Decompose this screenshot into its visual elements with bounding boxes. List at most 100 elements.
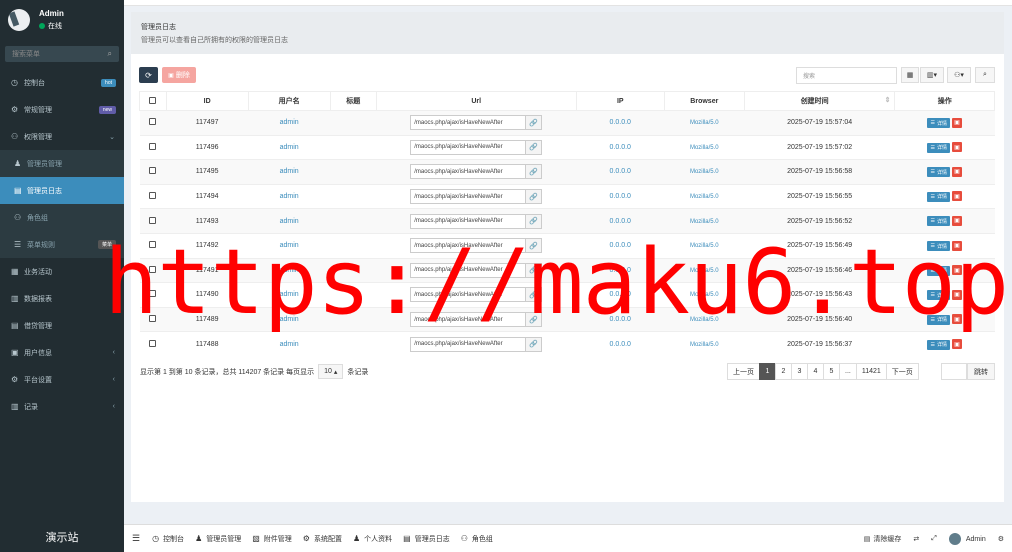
table-row[interactable]: 117488 admin/maocs.php/ajax/isHaveNewAfte… — [139, 331, 995, 357]
url-field[interactable]: /maocs.php/ajax/isHaveNewAfter — [411, 165, 526, 179]
sort-icon[interactable]: ⇕ — [885, 96, 891, 104]
row-checkbox[interactable] — [149, 167, 157, 175]
detail-button[interactable]: ☰ 详情 — [927, 142, 950, 153]
page-button[interactable]: 5 — [823, 363, 840, 380]
quick-tab[interactable]: ♟ 管理员管理 — [195, 534, 241, 544]
row-checkbox[interactable] — [149, 142, 157, 150]
url-field[interactable]: /maocs.php/ajax/isHaveNewAfter — [411, 190, 526, 204]
col-header-title[interactable]: 标题 — [329, 91, 377, 111]
select-all-checkbox[interactable] — [149, 96, 157, 104]
url-field[interactable]: /maocs.php/ajax/isHaveNewAfter — [411, 140, 526, 154]
page-size-select[interactable]: 10 ▴ — [318, 364, 344, 379]
fullscreen-icon[interactable]: ⤢ — [931, 535, 937, 543]
delete-row-button[interactable]: ▣ — [951, 142, 962, 153]
sidebar-item-11[interactable]: ⚙ 平台设置 ‹ — [0, 366, 124, 393]
advanced-search-button[interactable]: ⌕ — [975, 67, 995, 83]
quick-tab[interactable]: ▤ 管理员日志 — [403, 534, 450, 544]
jump-button[interactable]: 跳转 — [967, 363, 995, 380]
quick-tab[interactable]: ⚇ 角色组 — [461, 534, 493, 544]
delete-row-button[interactable]: ▣ — [951, 166, 962, 177]
browser-link[interactable]: Mozilla/5.0 — [690, 342, 719, 348]
delete-row-button[interactable]: ▣ — [951, 191, 962, 202]
refresh-button[interactable]: ⟳ — [139, 67, 158, 83]
page-button[interactable]: 11421 — [855, 363, 887, 380]
detail-button[interactable]: ☰ 详情 — [927, 216, 950, 227]
search-icon[interactable]: ⌕ — [108, 49, 112, 59]
sidebar-item-4[interactable]: ▤ 管理员日志 — [0, 177, 124, 204]
row-select-cell[interactable] — [139, 110, 167, 136]
delete-button[interactable]: ▣ 删除 — [162, 67, 196, 83]
table-row[interactable]: 117497 admin/maocs.php/ajax/isHaveNewAfte… — [139, 110, 995, 136]
detail-button[interactable]: ☰ 详情 — [927, 118, 950, 129]
table-row[interactable]: 117496 admin/maocs.php/ajax/isHaveNewAfte… — [139, 134, 995, 160]
page-button[interactable]: 4 — [807, 363, 824, 380]
row-select-cell[interactable] — [139, 134, 167, 160]
delete-row-button[interactable]: ▣ — [951, 215, 962, 226]
delete-row-button[interactable]: ▣ — [951, 339, 962, 350]
link-icon[interactable]: 🔗 — [525, 214, 542, 228]
browser-link[interactable]: Mozilla/5.0 — [690, 120, 719, 126]
ip-link[interactable]: 0.0.0.0 — [610, 341, 631, 348]
clear-cache-button[interactable]: ▤ 清除缓存 — [864, 534, 902, 544]
translate-icon[interactable]: ⇄ — [913, 535, 919, 543]
sidebar-item-12[interactable]: ▥ 记录 ‹ — [0, 393, 124, 420]
page-button[interactable]: 上一页 — [727, 363, 760, 380]
row-checkbox[interactable] — [149, 339, 157, 347]
row-select-cell[interactable] — [139, 183, 167, 209]
username-link[interactable]: admin — [280, 341, 299, 348]
sidebar-item-3[interactable]: ♟ 管理员管理 — [0, 150, 124, 177]
col-header-created[interactable]: 创建时间 ⇕ — [743, 91, 896, 111]
table-row[interactable]: 117495 admin/maocs.php/ajax/isHaveNewAfte… — [139, 159, 995, 185]
url-field[interactable]: /maocs.php/ajax/isHaveNewAfter — [411, 337, 526, 351]
sidebar-search-input[interactable]: 搜索菜单 ⌕ — [5, 46, 119, 62]
row-checkbox[interactable] — [149, 192, 157, 200]
export-button[interactable]: ⚇▾ — [947, 67, 971, 83]
delete-row-button[interactable]: ▣ — [951, 117, 962, 128]
row-checkbox[interactable] — [149, 118, 157, 126]
browser-link[interactable]: Mozilla/5.0 — [690, 219, 719, 225]
row-checkbox[interactable] — [149, 216, 157, 224]
ip-link[interactable]: 0.0.0.0 — [610, 193, 631, 200]
detail-button[interactable]: ☰ 详情 — [927, 167, 950, 178]
username-link[interactable]: admin — [280, 218, 299, 225]
ip-link[interactable]: 0.0.0.0 — [610, 218, 631, 225]
sidebar-item-5[interactable]: ⚇ 角色组 — [0, 204, 124, 231]
row-select-cell[interactable] — [139, 331, 167, 357]
settings-gear-icon[interactable]: ⚙ — [998, 535, 1004, 543]
browser-link[interactable]: Mozilla/5.0 — [690, 145, 719, 151]
link-icon[interactable]: 🔗 — [525, 165, 542, 179]
ip-link[interactable]: 0.0.0.0 — [610, 119, 631, 126]
ip-link[interactable]: 0.0.0.0 — [610, 144, 631, 151]
avatar[interactable] — [8, 9, 30, 31]
username-link[interactable]: admin — [280, 144, 299, 151]
page-button[interactable]: 2 — [775, 363, 792, 380]
ip-link[interactable]: 0.0.0.0 — [610, 168, 631, 175]
quick-tab[interactable]: ♟ 个人资料 — [353, 534, 392, 544]
table-row[interactable]: 117494 admin/maocs.php/ajax/isHaveNewAfte… — [139, 183, 995, 209]
page-button[interactable]: 下一页 — [885, 363, 919, 380]
toggle-view-button[interactable]: ▦ — [901, 67, 919, 83]
select-all-cell[interactable] — [139, 91, 167, 111]
link-icon[interactable]: 🔗 — [525, 337, 542, 351]
username-link[interactable]: admin — [280, 193, 299, 200]
quick-tab[interactable]: ▧ 附件管理 — [252, 534, 292, 544]
table-search-input[interactable]: 搜索 — [796, 67, 897, 84]
username-link[interactable]: admin — [280, 168, 299, 175]
col-header-username[interactable]: 用户名 — [247, 91, 331, 111]
row-select-cell[interactable] — [139, 159, 167, 185]
link-icon[interactable]: 🔗 — [525, 116, 542, 130]
browser-link[interactable]: Mozilla/5.0 — [690, 169, 719, 175]
detail-button[interactable]: ☰ 详情 — [927, 191, 950, 202]
detail-button[interactable]: ☰ 详情 — [927, 339, 950, 350]
sidebar-item-1[interactable]: ⚙ 常规管理 new — [0, 96, 124, 123]
link-icon[interactable]: 🔗 — [525, 190, 542, 204]
link-icon[interactable]: 🔗 — [525, 140, 542, 154]
col-header-browser[interactable]: Browser — [663, 91, 745, 111]
sidebar-item-10[interactable]: ▣ 用户信息 ‹ — [0, 339, 124, 366]
url-field[interactable]: /maocs.php/ajax/isHaveNewAfter — [411, 116, 526, 130]
page-button[interactable]: 3 — [791, 363, 808, 380]
browser-link[interactable]: Mozilla/5.0 — [690, 194, 719, 200]
username-link[interactable]: admin — [280, 119, 299, 126]
admin-menu[interactable]: Admin — [948, 533, 986, 545]
col-header-ip[interactable]: IP — [575, 91, 665, 111]
